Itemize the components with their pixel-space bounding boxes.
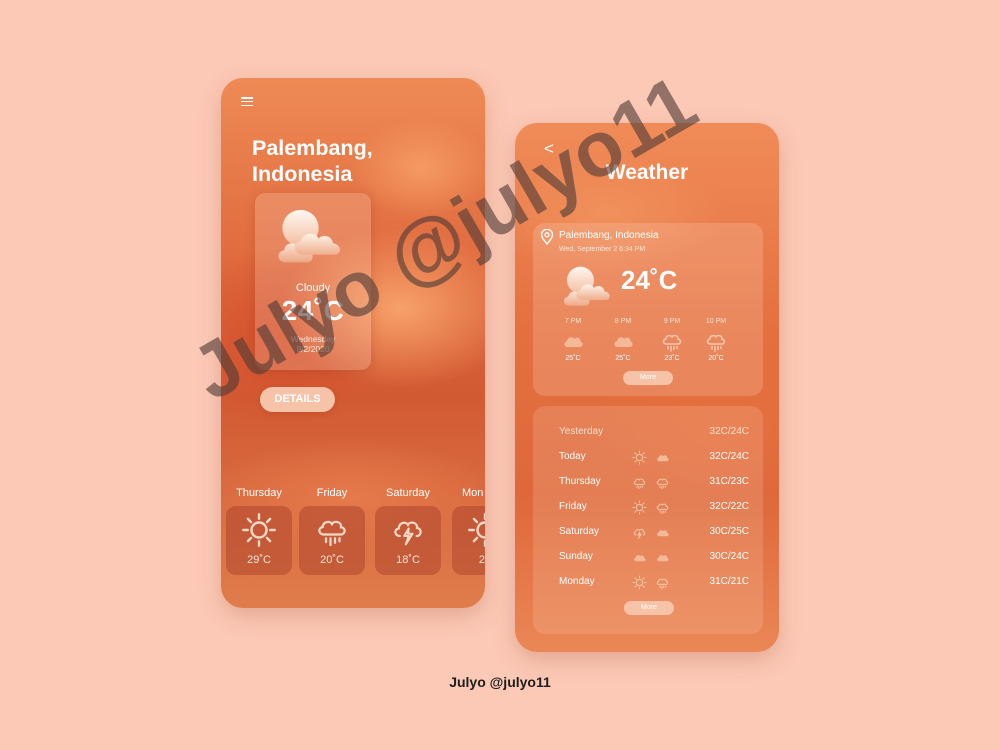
thunder-icon [631, 525, 648, 540]
row-range: 30C/25C [709, 526, 749, 537]
daily-row: Saturday 30C/25C [559, 524, 749, 542]
rain-icon [654, 500, 671, 515]
back-button[interactable]: < [544, 139, 554, 159]
location-datetime: Wed, September 2 6:34 PM [559, 246, 646, 253]
forecast-temp: 18˚C [396, 554, 420, 566]
more-hourly-button[interactable]: More [623, 371, 673, 385]
row-day: Sunday [559, 551, 593, 562]
row-day: Monday [559, 576, 595, 587]
hamburger-menu-icon[interactable] [241, 97, 253, 107]
forecast-card[interactable]: 20˚C [299, 506, 365, 575]
daily-row: Today 32C/24C [559, 449, 749, 467]
cloud-icon [631, 550, 648, 565]
row-range: 31C/23C [709, 476, 749, 487]
row-range: 30C/24C [709, 551, 749, 562]
forecast-day-label: Saturday [385, 487, 431, 499]
forecast-day-label: Mon [462, 487, 484, 499]
current-location-card: Palembang, Indonesia Wed, September 2 6:… [533, 223, 763, 396]
location-name: Palembang, Indonesia [559, 230, 659, 241]
cloud-icon [654, 450, 671, 465]
daily-row: Thursday 31C/23C [559, 474, 749, 492]
page-title: Weather [605, 161, 689, 184]
cloudy-icon [557, 263, 621, 313]
more-daily-button[interactable]: More [624, 601, 674, 615]
cloudy-icon [269, 205, 355, 272]
row-day: Yesterday [559, 426, 604, 437]
hour-label: 9 PM [663, 318, 681, 325]
cloud-icon [561, 329, 585, 353]
thunder-icon [390, 512, 426, 548]
hour-temp: 25˚C [615, 355, 631, 362]
row-day: Today [559, 451, 586, 462]
rain-icon [654, 475, 671, 490]
current-weather-card: Cloudy 24˚C Wednesday 9/2/2020 [255, 193, 371, 370]
forecast-card[interactable]: 18˚C [375, 506, 441, 575]
daily-row: Yesterday 32C/24C [559, 424, 749, 442]
daily-row: Sunday 30C/24C [559, 549, 749, 567]
rain-icon [654, 575, 671, 590]
details-button[interactable]: DETAILS [260, 387, 335, 412]
rain-icon [314, 512, 350, 548]
forecast-day-label: Thursday [236, 487, 282, 499]
row-range: 31C/21C [709, 576, 749, 587]
row-day: Saturday [559, 526, 600, 537]
sun-icon [467, 512, 485, 548]
daily-row: Friday 32C/22C [559, 499, 749, 517]
hour-label: 7 PM [564, 318, 582, 325]
sun-icon [631, 500, 648, 515]
hour-temp: 23˚C [664, 355, 680, 362]
row-range: 32C/24C [709, 451, 749, 462]
sun-icon [241, 512, 277, 548]
forecast-card[interactable]: 29˚C [226, 506, 292, 575]
row-day: Friday [559, 501, 587, 512]
forecast-card[interactable]: 28 [452, 506, 485, 575]
sun-icon [631, 450, 648, 465]
footer-credit: Julyo @julyo11 [449, 674, 551, 690]
cloud-icon [611, 329, 635, 353]
weather-detail-screen: < Weather Palembang, Indonesia Wed, Sept… [515, 123, 779, 652]
cloud-icon [654, 550, 671, 565]
rain-icon [631, 475, 648, 490]
rain-cloud-icon [704, 329, 728, 353]
hour-temp: 20˚C [708, 355, 724, 362]
daily-forecast-card: Yesterday 32C/24C Today 32C/24C Thursday… [533, 406, 763, 634]
forecast-temp: 20˚C [320, 554, 344, 566]
current-temperature: 24˚C [281, 295, 345, 326]
rain-cloud-icon [660, 329, 684, 353]
hour-temp: 25˚C [565, 355, 581, 362]
current-temperature: 24˚C [621, 265, 678, 295]
sun-icon [631, 575, 648, 590]
hour-label: 8 PM [614, 318, 632, 325]
row-range: 32C/22C [709, 501, 749, 512]
city-title: Palembang, Indonesia [252, 136, 373, 186]
forecast-temp: 29˚C [247, 554, 271, 566]
current-condition: Cloudy [295, 282, 331, 294]
hour-label: 10 PM [705, 318, 727, 325]
home-screen: Palembang, Indonesia Cloudy 24˚C Wednesd… [221, 78, 485, 608]
row-day: Thursday [559, 476, 601, 487]
location-pin-icon [540, 229, 554, 245]
daily-row: Monday 31C/21C [559, 574, 749, 592]
forecast-temp: 28 [478, 554, 485, 566]
current-date: Wednesday 9/2/2020 [290, 334, 336, 354]
forecast-day-label: Friday [316, 487, 348, 499]
cloud-icon [654, 525, 671, 540]
row-range: 32C/24C [709, 426, 749, 437]
